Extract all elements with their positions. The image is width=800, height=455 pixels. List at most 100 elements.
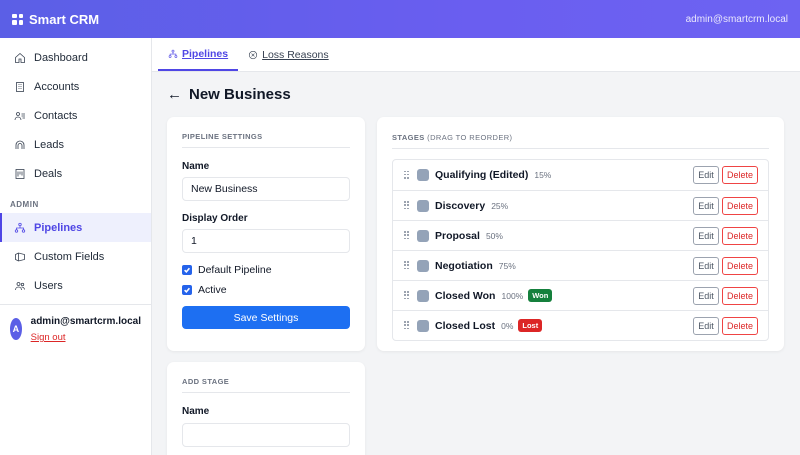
stage-row[interactable]: Proposal 50% Edit Delete [393,220,768,250]
edit-button[interactable]: Edit [693,317,719,335]
active-checkbox[interactable] [182,285,192,295]
stage-color-swatch [417,199,429,212]
drag-handle-icon[interactable] [404,201,409,210]
x-circle-icon [249,50,258,59]
main-nav: Dashboard Accounts Contacts Leads Deals [0,38,151,188]
display-order-input[interactable] [182,229,350,253]
user-email: admin@smartcrm.local [30,316,141,327]
sidebar-item-label: Pipelines [34,221,83,234]
stage-probability: 75% [498,260,516,271]
save-settings-button[interactable]: Save Settings [182,306,350,329]
stage-color-swatch [417,229,429,242]
check-icon [184,287,191,294]
stage-row[interactable]: Closed Won 100% Won Edit Delete [393,280,768,310]
add-stage-card: ADD STAGE Name [167,362,365,455]
check-icon [184,267,191,274]
stage-row[interactable]: Qualifying (Edited) 15% Edit Delete [393,160,768,190]
drag-handle-icon[interactable] [404,261,409,270]
user-block: A admin@smartcrm.local Sign out [0,305,151,356]
row-actions: Edit Delete [693,197,758,215]
sidebar-item-deals[interactable]: Deals [0,159,151,188]
stage-name: Discovery [435,199,486,212]
default-pipeline-checkbox[interactable] [182,265,192,275]
app-name: Smart CRM [29,11,100,27]
delete-button[interactable]: Delete [722,227,758,245]
edit-button[interactable]: Edit [693,257,719,275]
avatar[interactable]: A [10,318,22,340]
card-title: PIPELINE SETTINGS [182,132,350,148]
sidebar-item-pipelines[interactable]: Pipelines [0,213,151,242]
stage-probability: 100% [501,290,524,301]
drag-handle-icon[interactable] [404,231,409,240]
tab-pipelines[interactable]: Pipelines [158,38,239,71]
display-order-label: Display Order [182,213,248,224]
default-pipeline-row: Default Pipeline [182,264,350,276]
sign-out-link[interactable]: Sign out [31,332,66,343]
stage-name: Closed Won [435,289,496,302]
home-icon [15,52,25,63]
stage-probability: 25% [491,200,509,211]
stage-color-swatch [417,319,429,332]
drag-handle-icon[interactable] [404,170,409,180]
sidebar-item-label: Dashboard [34,51,88,64]
edit-button[interactable]: Edit [693,287,719,305]
edit-button[interactable]: Edit [693,197,719,215]
drag-handle-icon[interactable] [404,291,409,300]
won-badge: Won [528,289,553,302]
tab-loss-reasons[interactable]: Loss Reasons [238,38,339,71]
pipeline-name-input[interactable] [182,177,350,201]
stage-row[interactable]: Negotiation 75% Edit Delete [393,250,768,280]
leads-icon [15,140,25,149]
stage-row[interactable]: Closed Lost 0% Lost Edit Delete [393,310,768,340]
sidebar-item-leads[interactable]: Leads [0,130,151,159]
stage-color-swatch [417,289,429,302]
delete-button[interactable]: Delete [722,166,758,184]
grid-logo-icon [12,13,23,25]
stage-name: Closed Lost [435,319,496,332]
app-brand[interactable]: Smart CRM [12,12,99,27]
edit-button[interactable]: Edit [693,227,719,245]
drag-handle-icon[interactable] [404,321,409,330]
sidebar-item-label: Contacts [34,109,78,122]
stage-name: Negotiation [435,259,493,272]
stage-row[interactable]: Discovery 25% Edit Delete [393,190,768,220]
building-icon [16,81,24,92]
users-icon [15,281,25,290]
page-title: New Business [189,86,291,103]
stage-name-input[interactable] [182,423,350,447]
delete-button[interactable]: Delete [722,287,758,305]
stage-probability: 0% [501,320,514,331]
header-user-email: admin@smartcrm.local [685,13,788,25]
sidebar-item-label: Leads [34,138,64,151]
active-label: Active [198,284,227,296]
fields-icon [15,252,25,261]
edit-button[interactable]: Edit [693,166,719,184]
delete-button[interactable]: Delete [722,257,758,275]
sidebar-item-dashboard[interactable]: Dashboard [0,43,151,72]
row-actions: Edit Delete [693,317,758,335]
row-actions: Edit Delete [693,227,758,245]
sidebar-item-users[interactable]: Users [0,271,151,300]
tab-label: Pipelines [182,47,229,60]
sidebar-item-contacts[interactable]: Contacts [0,101,151,130]
sidebar-item-label: Accounts [34,80,80,93]
sidebar-item-accounts[interactable]: Accounts [0,72,151,101]
delete-button[interactable]: Delete [722,197,758,215]
sidebar-item-label: Custom Fields [34,250,105,263]
sidebar-item-label: Users [34,279,63,292]
row-actions: Edit Delete [693,287,758,305]
stage-name: Proposal [435,229,480,242]
delete-button[interactable]: Delete [722,317,758,335]
sidebar-item-custom-fields[interactable]: Custom Fields [0,242,151,271]
admin-section-heading: ADMIN [10,200,39,209]
contacts-icon [14,111,25,120]
tab-label: Loss Reasons [262,48,329,61]
top-bar: Smart CRM admin@smartcrm.local [0,0,800,38]
stages-title: STAGES [392,133,425,142]
pipeline-settings-card: PIPELINE SETTINGS Name Display Order Def… [167,117,365,351]
back-arrow-icon[interactable]: ← [167,87,182,102]
stage-list: Qualifying (Edited) 15% Edit Delete Disc… [392,159,769,341]
pipeline-icon [14,222,26,233]
active-row: Active [182,284,350,296]
stages-hint: (DRAG TO REORDER) [427,133,513,142]
